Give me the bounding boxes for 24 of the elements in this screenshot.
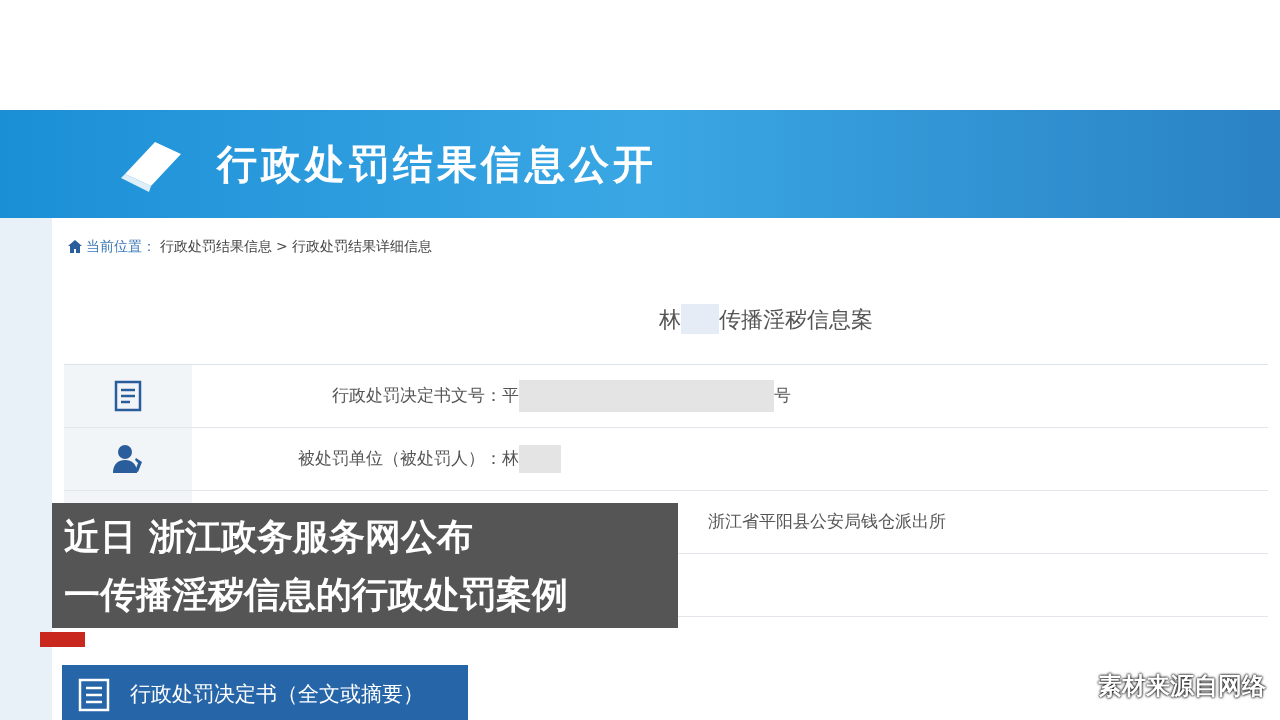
document-icon (78, 678, 110, 712)
breadcrumb-link[interactable]: 行政处罚结果信息 (160, 235, 272, 257)
caption-text: 近日 浙江政务服务网公布 (64, 514, 474, 559)
banner-title: 行政处罚结果信息公开 (217, 140, 657, 189)
source-note: 素材来源自网络 (1098, 671, 1266, 702)
document-icon (114, 380, 142, 412)
field-label: 被处罚单位（被处罚人）： (297, 447, 502, 471)
redaction-block (519, 445, 561, 473)
field-value: 林 (502, 447, 519, 471)
redaction-block (681, 304, 719, 334)
field-label: 行政处罚决定书文号： (331, 384, 502, 408)
breadcrumb-separator: > (276, 236, 288, 256)
section-header-button[interactable]: 行政处罚决定书（全文或摘要） (62, 665, 468, 720)
person-icon (112, 444, 144, 474)
field-value: 平 (502, 384, 519, 408)
breadcrumb-label: 当前位置： (86, 236, 156, 256)
case-title: 传播淫秽信息案 (719, 305, 873, 334)
breadcrumb-link[interactable]: 行政处罚结果详细信息 (291, 235, 432, 257)
field-value: 号 (774, 384, 791, 408)
home-icon (68, 239, 82, 253)
case-title: 林 (659, 305, 681, 334)
caption-text: 一传播淫秽信息的行政处罚案例 (64, 572, 569, 617)
field-value: 浙江省平阳县公安局钱仓派出所 (708, 510, 946, 534)
accent-bar (40, 632, 85, 647)
